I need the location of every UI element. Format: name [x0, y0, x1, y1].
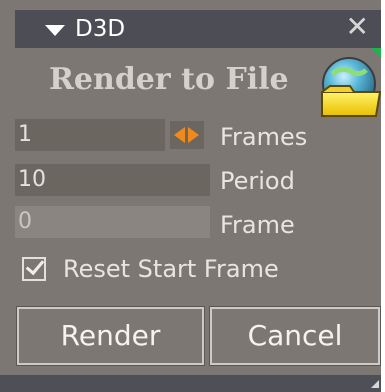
frames-input[interactable]: 1 — [15, 119, 165, 151]
reset-start-frame-label[interactable]: Reset Start Frame — [63, 253, 279, 285]
frames-label: Frames — [220, 123, 308, 151]
folder-icon[interactable] — [316, 56, 382, 120]
collapse-triangle-icon[interactable] — [45, 25, 65, 36]
title-bar[interactable]: D3D ✕ — [15, 10, 381, 48]
status-strip — [0, 375, 381, 392]
frames-stepper[interactable] — [170, 121, 204, 149]
cancel-button[interactable]: Cancel — [209, 306, 381, 366]
close-icon[interactable]: ✕ — [346, 12, 369, 42]
window-title: D3D — [75, 16, 126, 42]
reset-start-frame-checkbox[interactable] — [22, 255, 46, 281]
render-button[interactable]: Render — [16, 306, 205, 366]
checkmark-icon — [25, 255, 45, 276]
frame-input[interactable]: 0 — [15, 206, 210, 238]
arrow-right-icon[interactable] — [188, 127, 199, 143]
arrow-left-icon[interactable] — [174, 127, 185, 143]
period-label: Period — [220, 167, 295, 195]
resize-grip-icon[interactable] — [371, 380, 379, 388]
render-panel: D3D ✕ Render to File 1 Frames 10 Period … — [0, 0, 385, 392]
period-input[interactable]: 10 — [15, 164, 210, 196]
frame-label: Frame — [220, 211, 295, 239]
panel-heading: Render to File — [49, 62, 289, 97]
window-edge — [381, 0, 385, 392]
